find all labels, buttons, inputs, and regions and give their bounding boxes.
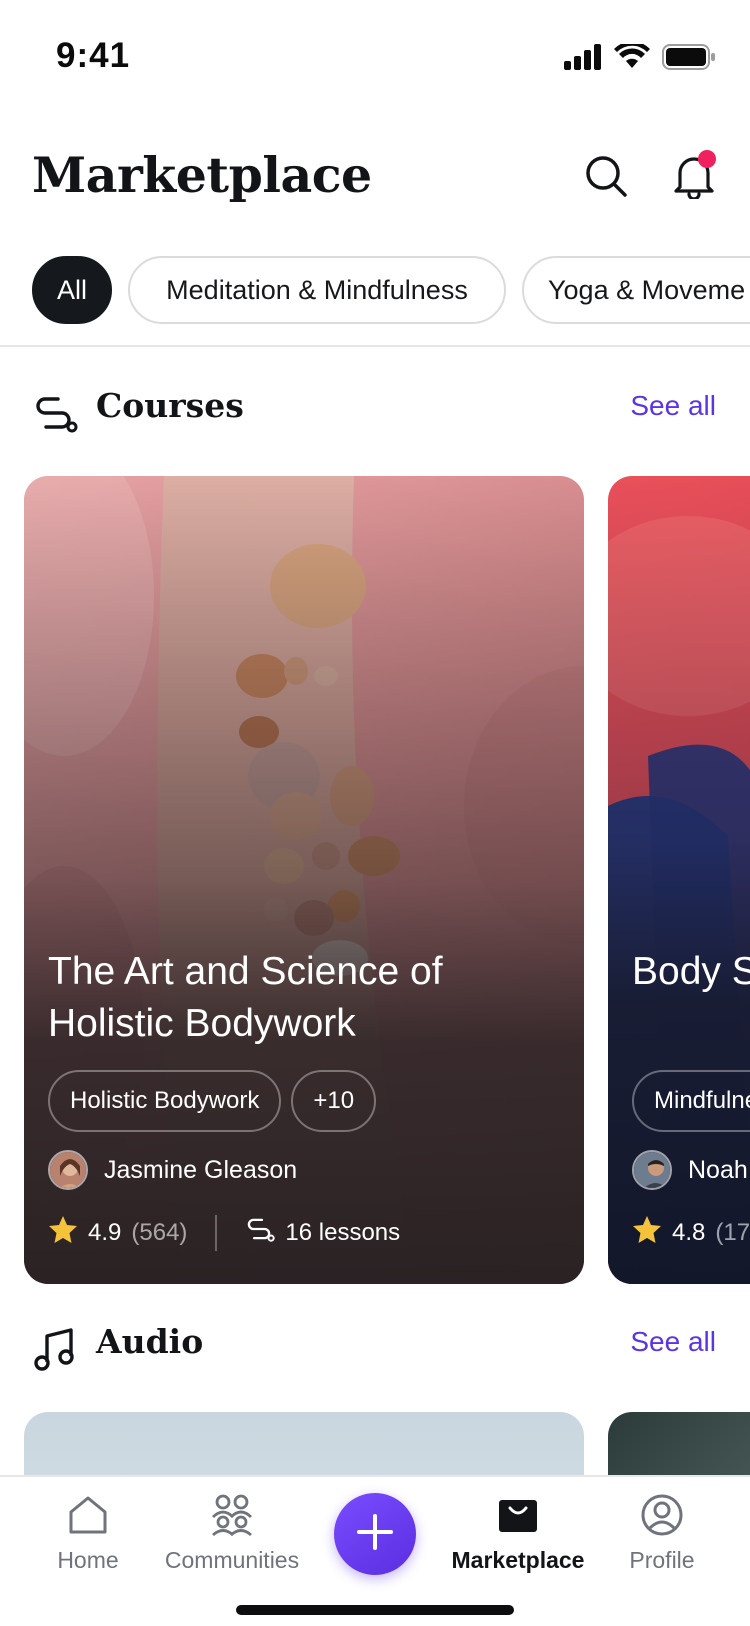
avatar: [48, 1150, 88, 1190]
rating-count: (564): [131, 1218, 188, 1246]
music-note-icon: [32, 1326, 78, 1372]
course-card[interactable]: The Art and Science of Holistic Bodywork…: [24, 476, 584, 1284]
notification-badge: [698, 150, 716, 168]
course-tag[interactable]: Holistic Bodywork: [48, 1070, 282, 1132]
bottom-tab-bar: Home Communities Marketplace Profile: [0, 1475, 750, 1626]
search-button[interactable]: [578, 150, 634, 206]
courses-see-all-link[interactable]: See all: [630, 390, 716, 422]
rating-value: 4.9: [88, 1218, 122, 1246]
create-button[interactable]: [334, 1493, 416, 1575]
audio-card[interactable]: [608, 1412, 750, 1476]
course-title: Body S Practic: [632, 950, 750, 993]
search-icon: [584, 154, 628, 203]
status-time: 9:41: [56, 36, 131, 75]
cellular-signal-icon: [564, 44, 602, 75]
communities-icon: [208, 1491, 256, 1539]
star-icon: [48, 1214, 78, 1251]
course-stats: 4.9 (564) 16 lessons: [48, 1214, 400, 1251]
course-author: Noah: [632, 1150, 748, 1190]
tab-communities[interactable]: Communities: [162, 1491, 302, 1591]
author-name: Jasmine Gleason: [104, 1155, 298, 1184]
stat-divider: [215, 1214, 218, 1251]
rating-count: (17: [715, 1218, 750, 1246]
courses-carousel[interactable]: The Art and Science of Holistic Bodywork…: [0, 476, 750, 1286]
tab-marketplace[interactable]: Marketplace: [448, 1491, 588, 1591]
header: Marketplace: [0, 130, 750, 230]
notifications-button[interactable]: [666, 150, 722, 206]
lessons-icon: [245, 1214, 276, 1251]
route-icon: [32, 390, 78, 436]
audio-card[interactable]: [24, 1412, 584, 1476]
course-card[interactable]: Body S Practic Mindfulne Noah 4.8 (17: [608, 476, 750, 1284]
filter-chip-yoga[interactable]: Yoga & Moveme: [522, 256, 750, 324]
status-icons: [564, 41, 716, 75]
course-author: Jasmine Gleason: [48, 1150, 297, 1190]
tab-marketplace-label: Marketplace: [451, 1547, 585, 1573]
audio-see-all-link[interactable]: See all: [630, 1326, 716, 1358]
category-filter-row: All Meditation & Mindfulness Yoga & Move…: [0, 254, 750, 330]
course-tag-more[interactable]: +10: [291, 1070, 377, 1132]
courses-section-header: Courses See all: [0, 382, 750, 442]
course-stats: 4.8 (17: [632, 1214, 750, 1251]
tab-communities-label: Communities: [164, 1547, 300, 1573]
tab-profile[interactable]: Profile: [592, 1491, 732, 1591]
battery-icon: [662, 44, 716, 75]
profile-icon: [638, 1491, 686, 1539]
course-tags: Mindfulne: [632, 1070, 750, 1132]
course-tag[interactable]: Mindfulne: [632, 1070, 750, 1132]
courses-title: Courses: [96, 386, 244, 425]
audio-title: Audio: [96, 1322, 204, 1361]
tab-profile-label: Profile: [629, 1547, 695, 1573]
filter-chip-meditation[interactable]: Meditation & Mindfulness: [128, 256, 506, 324]
author-name: Noah: [688, 1155, 748, 1184]
lessons-count: 16 lessons: [285, 1218, 401, 1246]
avatar: [632, 1150, 672, 1190]
shopping-bag-icon: [494, 1491, 542, 1539]
plus-icon: [355, 1512, 395, 1557]
divider: [0, 345, 750, 347]
star-icon: [632, 1214, 662, 1251]
audio-carousel[interactable]: [0, 1412, 750, 1476]
course-title: The Art and Science of Holistic Bodywork: [48, 950, 443, 1045]
tab-home-label: Home: [57, 1547, 119, 1573]
home-indicator: [236, 1605, 514, 1615]
filter-chip-all[interactable]: All: [32, 256, 112, 324]
rating-value: 4.8: [672, 1218, 706, 1246]
audio-section-header: Audio See all: [0, 1318, 750, 1378]
status-bar: 9:41: [0, 0, 750, 110]
page-title: Marketplace: [32, 146, 372, 204]
home-icon: [64, 1491, 112, 1539]
wifi-icon: [614, 41, 650, 75]
course-tags: Holistic Bodywork +10: [48, 1070, 377, 1132]
tab-home[interactable]: Home: [18, 1491, 158, 1591]
